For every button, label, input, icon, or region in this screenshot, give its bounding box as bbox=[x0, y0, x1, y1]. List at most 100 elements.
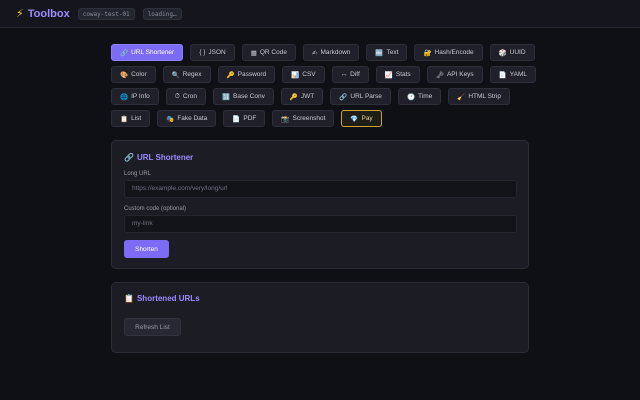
host-tag: coway-test-01 bbox=[77, 7, 135, 20]
url-shortener-icon: 🔗 bbox=[120, 49, 129, 57]
tool-tab-label: Pay bbox=[361, 115, 373, 122]
tool-tab-label: Text bbox=[386, 49, 399, 56]
json-icon: { } bbox=[199, 49, 206, 56]
tool-tab-diff[interactable]: ↔ Diff bbox=[331, 66, 369, 83]
tool-tab-stats[interactable]: 📈 Stats bbox=[375, 66, 420, 83]
hash-encode-icon: 🔐 bbox=[423, 49, 432, 57]
tool-tab-csv[interactable]: 📊 CSV bbox=[282, 66, 325, 83]
tool-tab-label: Fake Data bbox=[177, 115, 208, 122]
tool-row: 🌐 IP Info ⏱ Cron 🔢 Base Conv 🔑 JWT 🔗 URL Parse 🕐 Ti… bbox=[111, 88, 531, 105]
tool-tab-label: List bbox=[131, 115, 142, 122]
fake-data-icon: 🎭 bbox=[166, 115, 175, 123]
qr-code-icon: ▦ bbox=[250, 49, 257, 57]
uuid-icon: 🎲 bbox=[498, 49, 507, 57]
time-icon: 🕐 bbox=[406, 93, 416, 101]
tool-tab-api-keys[interactable]: 🗝 API Keys bbox=[426, 66, 483, 83]
tool-tab-label: UUID bbox=[509, 49, 526, 56]
screenshot-icon: 📸 bbox=[281, 115, 290, 123]
tool-tab-pay[interactable]: 💎 Pay bbox=[341, 110, 382, 127]
tool-tab-label: Diff bbox=[350, 71, 360, 78]
jwt-icon: 🔑 bbox=[289, 93, 298, 101]
pay-icon: 💎 bbox=[350, 115, 359, 123]
text-icon: 🔤 bbox=[375, 49, 384, 57]
tool-tab-url-parse[interactable]: 🔗 URL Parse bbox=[330, 88, 391, 105]
tool-tab-pdf[interactable]: 📄 PDF bbox=[223, 110, 266, 127]
long-url-label: Long URL bbox=[124, 171, 152, 177]
tool-tab-label: Password bbox=[237, 71, 267, 78]
diff-icon: ↔ bbox=[340, 71, 348, 78]
tool-tab-label: QR Code bbox=[259, 49, 287, 56]
tool-tab-label: API Keys bbox=[446, 71, 474, 78]
tool-tab-fake-data[interactable]: 🎭 Fake Data bbox=[157, 110, 217, 127]
color-icon: 🎨 bbox=[120, 71, 129, 79]
tool-row: 🎨 Color 🔍 Regex 🔑 Password 📊 CSV ↔ Diff 📈 Stats 🗝 API… bbox=[111, 66, 536, 83]
tool-tab-text[interactable]: 🔤 Text bbox=[366, 44, 408, 61]
tool-tab-cron[interactable]: ⏱ Cron bbox=[165, 88, 206, 105]
tool-tab-uuid[interactable]: 🎲 UUID bbox=[489, 44, 535, 61]
tool-tab-label: Color bbox=[131, 71, 147, 78]
tool-tab-label: IP Info bbox=[131, 93, 150, 100]
url-shortener-title: 🔗 URL Shortener bbox=[124, 153, 193, 162]
tool-tabs: 🔗 URL Shortener{ } JSON ▦ QR Code ✍ Markdown 🔤 T… bbox=[111, 44, 536, 132]
tool-tab-label: CSV bbox=[302, 71, 316, 78]
brand-name: Toolbox bbox=[27, 7, 70, 20]
regex-icon: 🔍 bbox=[171, 71, 180, 79]
top-bar: ⚡ Toolbox coway-test-01 loading… bbox=[0, 0, 640, 28]
csv-icon: 📊 bbox=[291, 71, 300, 79]
html-strip-icon: 🧹 bbox=[457, 93, 466, 101]
refresh-list-button[interactable]: Refresh List bbox=[124, 318, 181, 336]
tool-tab-label: Time bbox=[418, 93, 433, 100]
tool-tab-ip-info[interactable]: 🌐 IP Info bbox=[111, 88, 159, 105]
api-keys-icon: 🗝 bbox=[435, 71, 444, 79]
tool-tab-color[interactable]: 🎨 Color bbox=[111, 66, 156, 83]
brand[interactable]: ⚡ Toolbox bbox=[16, 7, 70, 21]
tool-tab-label: Base Conv bbox=[233, 93, 265, 100]
tool-tab-markdown[interactable]: ✍ Markdown bbox=[302, 44, 360, 61]
tool-tab-hash-encode[interactable]: 🔐 Hash/Encode bbox=[414, 44, 483, 61]
shortened-urls-title: 📋 Shortened URLs bbox=[124, 294, 200, 303]
tool-tab-password[interactable]: 🔑 Password bbox=[217, 66, 276, 83]
shortened-urls-card: 📋 Shortened URLs Refresh List bbox=[111, 282, 529, 353]
tool-tab-label: Cron bbox=[182, 93, 197, 100]
tool-tab-label: JWT bbox=[300, 93, 315, 100]
password-icon: 🔑 bbox=[226, 71, 235, 79]
tool-tab-yaml[interactable]: 📄 YAML bbox=[489, 66, 536, 83]
tool-tab-list[interactable]: 📋 List bbox=[111, 110, 151, 127]
lightning-icon: ⚡ bbox=[16, 8, 24, 20]
yaml-icon: 📄 bbox=[498, 71, 507, 79]
long-url-input[interactable]: https://example.com/very/long/url bbox=[124, 180, 517, 198]
list-icon: 📋 bbox=[120, 115, 129, 123]
custom-code-input[interactable]: my-link bbox=[124, 215, 517, 233]
shorten-button[interactable]: Shorten bbox=[124, 240, 169, 258]
tool-tab-label: URL Shortener bbox=[131, 49, 175, 56]
url-parse-icon: 🔗 bbox=[339, 93, 348, 101]
stats-icon: 📈 bbox=[384, 71, 393, 79]
clipboard-icon: 📋 bbox=[124, 294, 134, 303]
tool-tab-html-strip[interactable]: 🧹 HTML Strip bbox=[448, 88, 510, 105]
link-icon: 🔗 bbox=[124, 153, 134, 162]
tool-row: 🔗 URL Shortener { } JSON ▦ QR Code ✍ Markdown 🔤 T… bbox=[111, 44, 535, 61]
tool-tab-label: Markdown bbox=[320, 49, 351, 56]
tool-tab-time[interactable]: 🕐 Time bbox=[397, 88, 442, 105]
markdown-icon: ✍ bbox=[311, 49, 318, 57]
tool-tab-json[interactable]: { } JSON bbox=[190, 44, 235, 61]
tool-tab-label: URL Parse bbox=[350, 93, 382, 100]
tool-tab-label: Regex bbox=[182, 71, 202, 78]
status-tag: loading… bbox=[142, 7, 182, 20]
tool-tab-base-conv[interactable]: 🔢 Base Conv bbox=[212, 88, 274, 105]
tool-tab-label: Hash/Encode bbox=[434, 49, 474, 56]
custom-code-label: Custom code (optional) bbox=[124, 206, 187, 212]
cron-icon: ⏱ bbox=[174, 92, 180, 100]
tool-tab-qr-code[interactable]: ▦ QR Code bbox=[241, 44, 296, 61]
tool-tab-jwt[interactable]: 🔑 JWT bbox=[280, 88, 324, 105]
tool-row: 📋 List 🎭 Fake Data 📄 PDF 📸 Screenshot 💎 Pay bbox=[111, 110, 531, 127]
url-shortener-card: 🔗 URL Shortener Long URL https://example… bbox=[111, 140, 529, 269]
tool-tab-url-shortener[interactable]: 🔗 URL Shortener bbox=[111, 44, 184, 61]
shortened-urls-title-text: Shortened URLs bbox=[136, 294, 200, 303]
url-shortener-title-text: URL Shortener bbox=[136, 153, 194, 162]
tool-tab-screenshot[interactable]: 📸 Screenshot bbox=[272, 110, 335, 127]
tool-tab-label: HTML Strip bbox=[468, 93, 501, 100]
tool-tab-label: Screenshot bbox=[292, 115, 326, 122]
pdf-icon: 📄 bbox=[232, 115, 241, 123]
tool-tab-regex[interactable]: 🔍 Regex bbox=[162, 66, 211, 83]
